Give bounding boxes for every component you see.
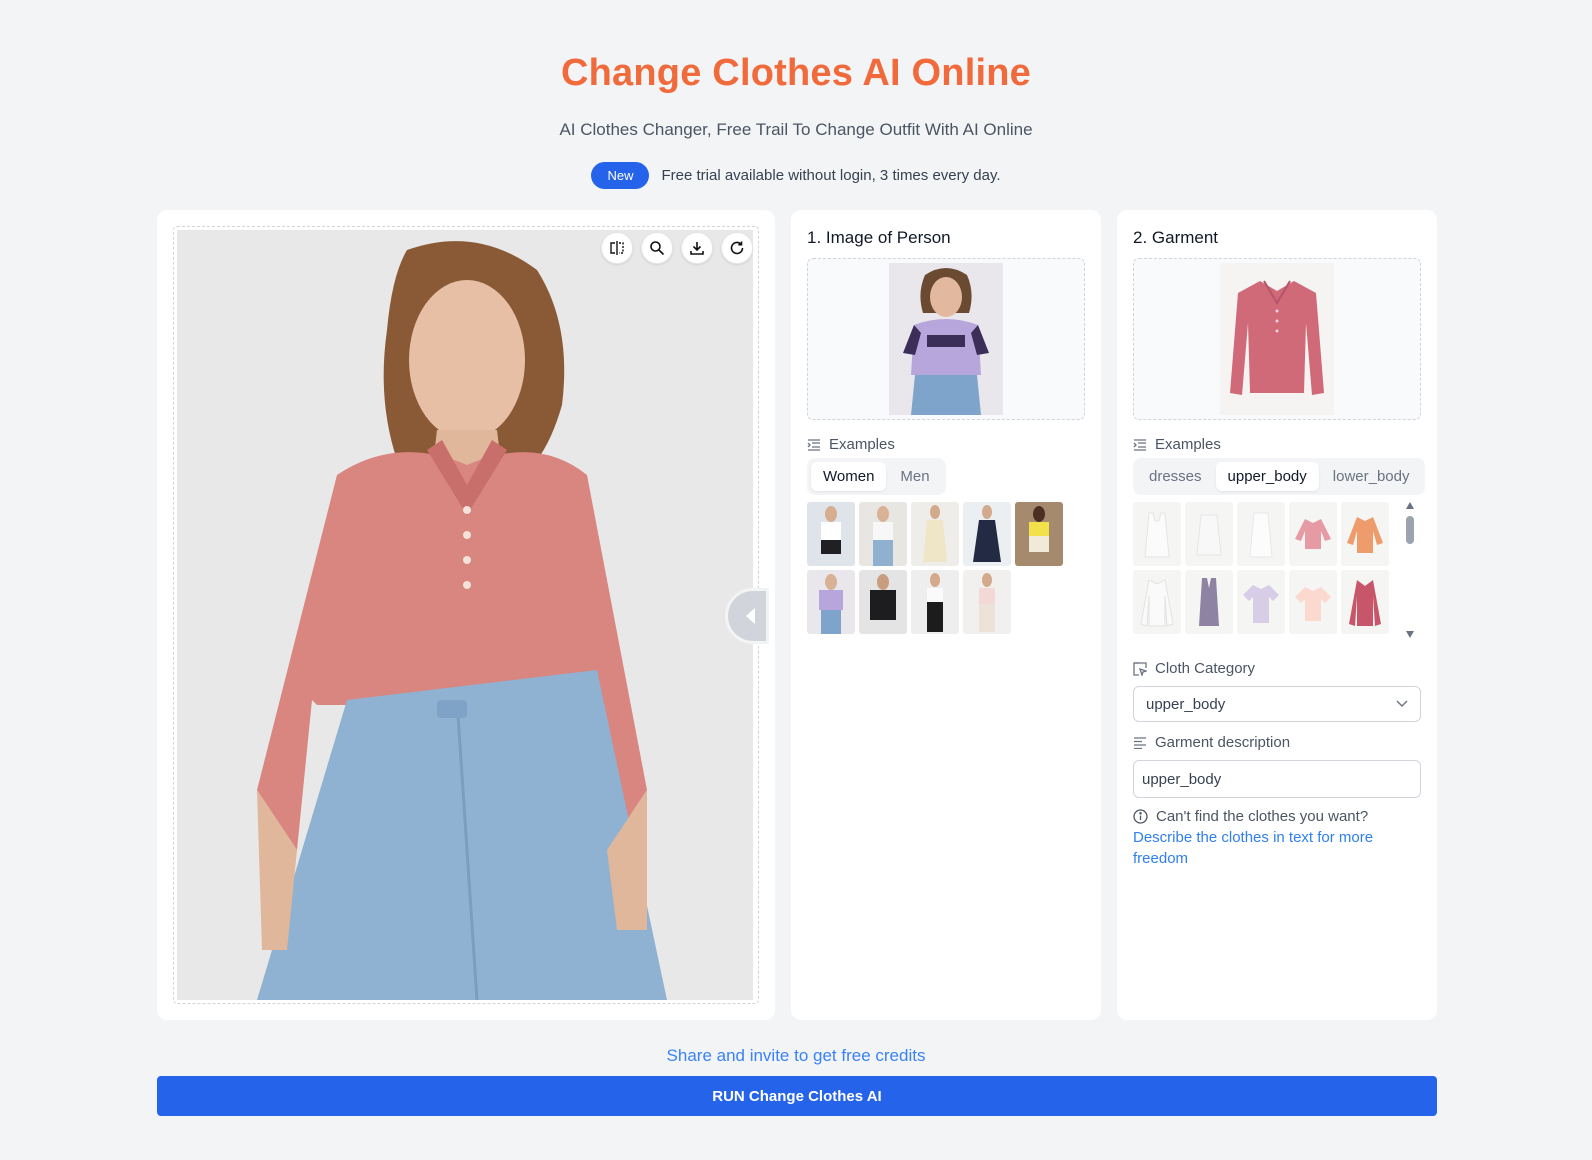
tab-men[interactable]: Men xyxy=(888,462,941,491)
garment-example-thumb[interactable] xyxy=(1341,502,1389,566)
person-examples-label: Examples xyxy=(807,436,895,453)
garment-example-thumb[interactable] xyxy=(1185,502,1233,566)
describe-clothes-link[interactable]: Describe the clothes in text for more fr… xyxy=(1133,827,1413,869)
info-icon xyxy=(1133,809,1148,824)
person-example-thumb[interactable] xyxy=(1015,502,1063,566)
person-example-thumb[interactable] xyxy=(963,570,1011,634)
garment-description-input[interactable] xyxy=(1133,760,1421,798)
garment-example-thumb[interactable] xyxy=(1237,570,1285,634)
result-toolbar xyxy=(601,232,753,264)
person-section-title: 1. Image of Person xyxy=(807,228,951,247)
scroll-up-icon[interactable] xyxy=(1406,502,1414,509)
zoom-icon[interactable] xyxy=(641,232,673,264)
new-badge: New xyxy=(591,162,650,189)
list-icon xyxy=(807,438,820,451)
person-example-thumb[interactable] xyxy=(911,570,959,634)
result-image xyxy=(177,230,753,1000)
select-cursor-icon xyxy=(1133,661,1147,676)
person-preview-image xyxy=(889,263,1003,415)
garment-grid-scrollbar[interactable] xyxy=(1405,502,1415,638)
garment-example-thumb[interactable] xyxy=(1237,502,1285,566)
garment-example-grid xyxy=(1133,502,1401,638)
run-button[interactable]: RUN Change Clothes AI xyxy=(157,1076,1437,1116)
page-subtitle: AI Clothes Changer, Free Trail To Change… xyxy=(559,120,1033,139)
person-example-thumb[interactable] xyxy=(963,502,1011,566)
garment-example-thumb[interactable] xyxy=(1289,502,1337,566)
garment-section-title: 2. Garment xyxy=(1133,228,1219,247)
scroll-thumb[interactable] xyxy=(1406,516,1414,544)
result-panel xyxy=(157,210,775,1020)
garment-example-thumb[interactable] xyxy=(1341,570,1389,634)
tab-upper-body[interactable]: upper_body xyxy=(1215,462,1319,491)
garment-example-thumb[interactable] xyxy=(1133,502,1181,566)
text-lines-icon xyxy=(1134,736,1146,749)
garment-description-label: Garment description xyxy=(1133,734,1290,751)
person-example-thumb[interactable] xyxy=(807,502,855,566)
garment-upload-box[interactable] xyxy=(1133,258,1421,420)
person-upload-box[interactable] xyxy=(807,258,1085,420)
share-invite-link[interactable]: Share and invite to get free credits xyxy=(0,1046,1592,1066)
download-icon[interactable] xyxy=(681,232,713,264)
trial-banner: New Free trial available without login, … xyxy=(0,162,1592,189)
garment-example-thumb[interactable] xyxy=(1185,570,1233,634)
person-example-thumb[interactable] xyxy=(807,570,855,634)
page-title: Change Clothes AI Online xyxy=(561,52,1031,94)
trial-text: Free trial available without login, 3 ti… xyxy=(661,167,1001,184)
person-example-thumb[interactable] xyxy=(911,502,959,566)
garment-examples-label: Examples xyxy=(1133,436,1221,453)
person-panel: 1. Image of Person Examples Women Men xyxy=(791,210,1101,1020)
compare-icon[interactable] xyxy=(601,232,633,264)
cloth-category-select[interactable]: upper_body xyxy=(1133,686,1421,722)
garment-tabs: dresses upper_body lower_body xyxy=(1133,458,1426,495)
person-example-thumb[interactable] xyxy=(859,570,907,634)
cloth-category-value: upper_body xyxy=(1146,695,1226,713)
person-example-grid xyxy=(807,502,1063,634)
cloth-category-label: Cloth Category xyxy=(1133,660,1255,677)
person-tabs: Women Men xyxy=(807,458,946,495)
person-example-thumb[interactable] xyxy=(859,502,907,566)
reset-icon[interactable] xyxy=(721,232,753,264)
tab-women[interactable]: Women xyxy=(811,462,887,491)
tab-dresses[interactable]: dresses xyxy=(1137,462,1214,491)
chevron-down-icon xyxy=(1396,700,1408,707)
hint-question: Can't find the clothes you want? xyxy=(1133,806,1413,827)
list-icon xyxy=(1133,438,1146,451)
garment-preview-image xyxy=(1220,263,1334,415)
scroll-down-icon[interactable] xyxy=(1406,631,1414,638)
tab-lower-body[interactable]: lower_body xyxy=(1321,462,1422,491)
garment-example-thumb[interactable] xyxy=(1133,570,1181,634)
garment-hint: Can't find the clothes you want? Describ… xyxy=(1133,806,1413,869)
garment-panel: 2. Garment Examples dresses upper_body l… xyxy=(1117,210,1437,1020)
garment-example-thumb[interactable] xyxy=(1289,570,1337,634)
